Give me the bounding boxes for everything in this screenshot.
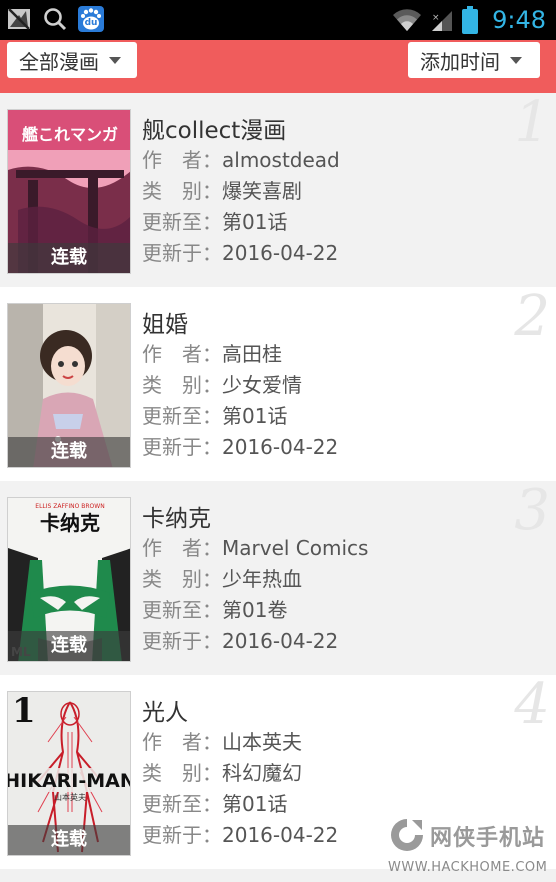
status-badge: 连载 bbox=[8, 631, 130, 661]
update-to-value: 第01话 bbox=[222, 210, 288, 234]
cover-text: 艦これマンガ bbox=[22, 125, 118, 144]
status-badge: 连载 bbox=[8, 437, 130, 467]
wifi-icon bbox=[393, 9, 422, 31]
sim-missing-icon bbox=[8, 8, 30, 30]
updated-on-line: 更新于：2016-04-22 bbox=[142, 241, 339, 265]
baidu-icon: du bbox=[78, 6, 104, 32]
comic-list: 艦これマンガ 连载 舰collect漫画 作 者：almostdead 类 别：… bbox=[0, 93, 556, 869]
category-dropdown[interactable]: 全部漫画 bbox=[7, 42, 137, 78]
update-to-line: 更新至：第01话 bbox=[142, 210, 288, 234]
cover-text: HIKARI-MAN bbox=[8, 770, 131, 792]
signal-icon: × bbox=[432, 11, 453, 31]
sort-dropdown[interactable]: 添加时间 bbox=[408, 42, 540, 78]
watermark: 网侠手机站 WWW.HACKHOME.COM bbox=[388, 816, 556, 878]
genre-line: 类 别：少女爱情 bbox=[142, 373, 302, 397]
genre-line: 类 别：少年热血 bbox=[142, 567, 302, 591]
genre-value: 爆笑喜剧 bbox=[222, 179, 302, 203]
status-badge: 连载 bbox=[8, 825, 130, 855]
update-to-line: 更新至：第01卷 bbox=[142, 598, 288, 622]
updated-on-value: 2016-04-22 bbox=[222, 823, 339, 847]
genre-line: 类 别：爆笑喜剧 bbox=[142, 179, 302, 203]
status-bar: du × 9:48 bbox=[0, 0, 556, 40]
update-to-line: 更新至：第01话 bbox=[142, 404, 288, 428]
updated-on-line: 更新于：2016-04-22 bbox=[142, 629, 339, 653]
genre-value: 少女爱情 bbox=[222, 373, 302, 397]
comic-cover[interactable]: 连载 bbox=[7, 303, 131, 468]
comic-list-item[interactable]: 艦これマンガ 连载 舰collect漫画 作 者：almostdead 类 别：… bbox=[0, 93, 556, 287]
baidu-icon-label: du bbox=[84, 18, 98, 28]
genre-line: 类 别：科幻魔幻 bbox=[142, 761, 302, 785]
author-line: 作 者：高田桂 bbox=[142, 342, 282, 366]
comic-cover[interactable]: 艦これマンガ 连载 bbox=[7, 109, 131, 274]
search-icon bbox=[44, 8, 67, 31]
update-to-value: 第01话 bbox=[222, 792, 288, 816]
update-to-line: 更新至：第01话 bbox=[142, 792, 288, 816]
update-to-value: 第01话 bbox=[222, 404, 288, 428]
status-badge: 连载 bbox=[8, 243, 130, 273]
sort-dropdown-label: 添加时间 bbox=[420, 49, 500, 74]
chevron-down-icon bbox=[510, 56, 522, 64]
comic-cover[interactable]: 1 HIKARI-MAN 山本英夫 连载 bbox=[7, 691, 131, 856]
watermark-name: 网侠手机站 bbox=[430, 826, 546, 851]
chevron-down-icon bbox=[109, 56, 121, 64]
updated-on-value: 2016-04-22 bbox=[222, 241, 339, 265]
filter-bar: 全部漫画 添加时间 bbox=[0, 40, 556, 93]
cover-text: 卡纳克 bbox=[40, 511, 100, 535]
updated-on-value: 2016-04-22 bbox=[222, 435, 339, 459]
author-value: almostdead bbox=[222, 148, 340, 172]
svg-text:×: × bbox=[432, 13, 440, 23]
cover-credits: ELLIS ZAFFINO BROWN bbox=[35, 503, 104, 510]
genre-value: 少年热血 bbox=[222, 567, 302, 591]
clock: 9:48 bbox=[492, 6, 546, 34]
author-value: Marvel Comics bbox=[222, 536, 369, 560]
category-dropdown-label: 全部漫画 bbox=[19, 49, 99, 74]
watermark-url: WWW.HACKHOME.COM bbox=[388, 860, 548, 875]
comic-title[interactable]: 舰collect漫画 bbox=[142, 111, 286, 145]
row-number: 4 bbox=[514, 672, 550, 737]
row-number: 1 bbox=[514, 90, 550, 155]
comic-list-item[interactable]: 连载 姐婚 作 者：高田桂 类 别：少女爱情 更新至：第01话 更新于：2016… bbox=[0, 287, 556, 481]
cover-author: 山本英夫 bbox=[54, 792, 86, 802]
row-number: 2 bbox=[514, 284, 550, 349]
author-line: 作 者：almostdead bbox=[142, 148, 340, 172]
genre-value: 科幻魔幻 bbox=[222, 761, 302, 785]
update-to-value: 第01卷 bbox=[222, 598, 288, 622]
comic-title[interactable]: 卡纳克 bbox=[142, 499, 211, 533]
comic-cover[interactable]: ELLIS ZAFFINO BROWN 卡纳克 ML 连载 bbox=[7, 497, 131, 662]
comic-title[interactable]: 姐婚 bbox=[142, 305, 188, 339]
row-number: 3 bbox=[514, 478, 550, 543]
updated-on-line: 更新于：2016-04-22 bbox=[142, 823, 339, 847]
battery-icon bbox=[462, 6, 479, 34]
author-line: 作 者：Marvel Comics bbox=[142, 536, 369, 560]
cover-volume: 1 bbox=[12, 692, 36, 731]
author-value: 山本英夫 bbox=[222, 730, 302, 754]
author-value: 高田桂 bbox=[222, 342, 282, 366]
hackhome-logo-icon bbox=[391, 819, 423, 851]
author-line: 作 者：山本英夫 bbox=[142, 730, 302, 754]
updated-on-value: 2016-04-22 bbox=[222, 629, 339, 653]
comic-title[interactable]: 光人 bbox=[142, 693, 188, 727]
comic-list-item[interactable]: ELLIS ZAFFINO BROWN 卡纳克 ML 连载 卡纳克 作 者：Ma… bbox=[0, 481, 556, 675]
updated-on-line: 更新于：2016-04-22 bbox=[142, 435, 339, 459]
